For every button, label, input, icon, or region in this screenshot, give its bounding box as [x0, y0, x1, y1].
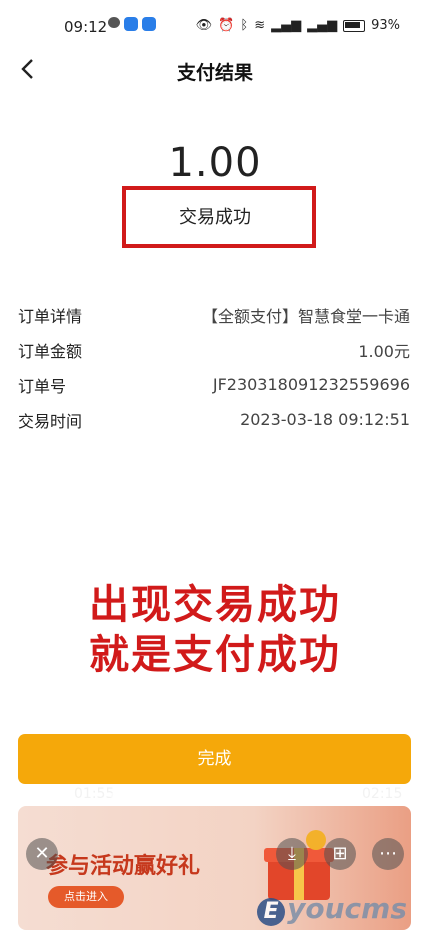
nav-bar: 支付结果: [0, 52, 430, 88]
done-button[interactable]: 完成: [18, 734, 411, 784]
detail-label: 订单金额: [18, 341, 83, 361]
detail-row: 订单号 JF230318091232559696: [18, 367, 410, 402]
wifi-icon: ≋: [254, 18, 266, 33]
app-q-icon: [124, 17, 138, 31]
ad-title: 参与活动赢好礼: [46, 854, 201, 879]
close-icon[interactable]: ✕: [26, 838, 58, 870]
payment-status: 交易成功: [179, 207, 251, 228]
detail-value: 2023-03-18 09:12:51: [240, 410, 410, 429]
bluetooth-icon: ᛒ: [240, 18, 249, 33]
ad-cta-button[interactable]: 点击进入: [48, 886, 124, 908]
detail-value: 1.00元: [358, 341, 410, 361]
detail-label: 订单详情: [18, 306, 83, 326]
payment-amount: 1.00: [168, 140, 262, 186]
download-icon[interactable]: ⤓: [276, 838, 308, 870]
detail-value: 【全额支付】智慧食堂一卡通: [201, 306, 410, 326]
video-progress-track[interactable]: [110, 793, 310, 797]
detail-row: 交易时间 2023-03-18 09:12:51: [18, 402, 410, 437]
signal-icon: ▂▄▆: [271, 18, 302, 33]
status-app-icons: [108, 17, 156, 31]
video-current-time: 01:55: [74, 786, 115, 802]
detail-label: 订单号: [18, 376, 67, 396]
video-controls: 01:55 02:15: [18, 780, 411, 810]
detail-row: 订单详情 【全额支付】智慧食堂一卡通: [18, 297, 410, 332]
watermark-text: youcms: [287, 892, 407, 925]
annotation-line-2: 就是支付成功: [89, 632, 341, 678]
detail-label: 交易时间: [18, 411, 83, 431]
page-title: 支付结果: [176, 62, 253, 84]
status-bar: 09:12 👁 ⏰ ᛒ ≋ ▂▄▆ ▂▄▆ 93%: [0, 0, 430, 52]
more-icon[interactable]: ⋯: [372, 838, 404, 870]
detail-value: JF230318091232559696: [212, 375, 410, 394]
video-player: 参与活动赢好礼 点击进入 01:55 02:15 ✕ ⤓ ⊞ ⋯ Eyoucms: [18, 780, 411, 930]
battery-icon: [343, 19, 366, 32]
signal-icon-2: ▂▄▆: [307, 18, 338, 33]
eye-icon: 👁: [195, 18, 213, 33]
detail-row: 订单金额 1.00元: [18, 332, 410, 367]
watermark-badge: E: [257, 898, 286, 926]
order-details: 订单详情 【全额支付】智慧食堂一卡通 订单金额 1.00元 订单号 JF2303…: [18, 297, 410, 437]
status-indicators: 👁 ⏰ ᛒ ≋ ▂▄▆ ▂▄▆ 93%: [196, 18, 400, 33]
alarm-icon: ⏰: [218, 18, 235, 33]
pause-icon[interactable]: [30, 786, 46, 804]
annotation-text: 出现交易成功 就是支付成功: [0, 580, 430, 680]
status-time: 09:12: [64, 18, 108, 36]
battery-percent: 93%: [371, 18, 400, 33]
video-progress-knob[interactable]: [308, 786, 325, 803]
chat-icon: [108, 17, 120, 28]
video-total-time: 02:15: [362, 786, 403, 802]
annotation-line-1: 出现交易成功: [89, 582, 341, 628]
app-bulb-icon: [142, 17, 156, 31]
grid-icon[interactable]: ⊞: [324, 838, 356, 870]
watermark: Eyoucms: [257, 892, 407, 926]
